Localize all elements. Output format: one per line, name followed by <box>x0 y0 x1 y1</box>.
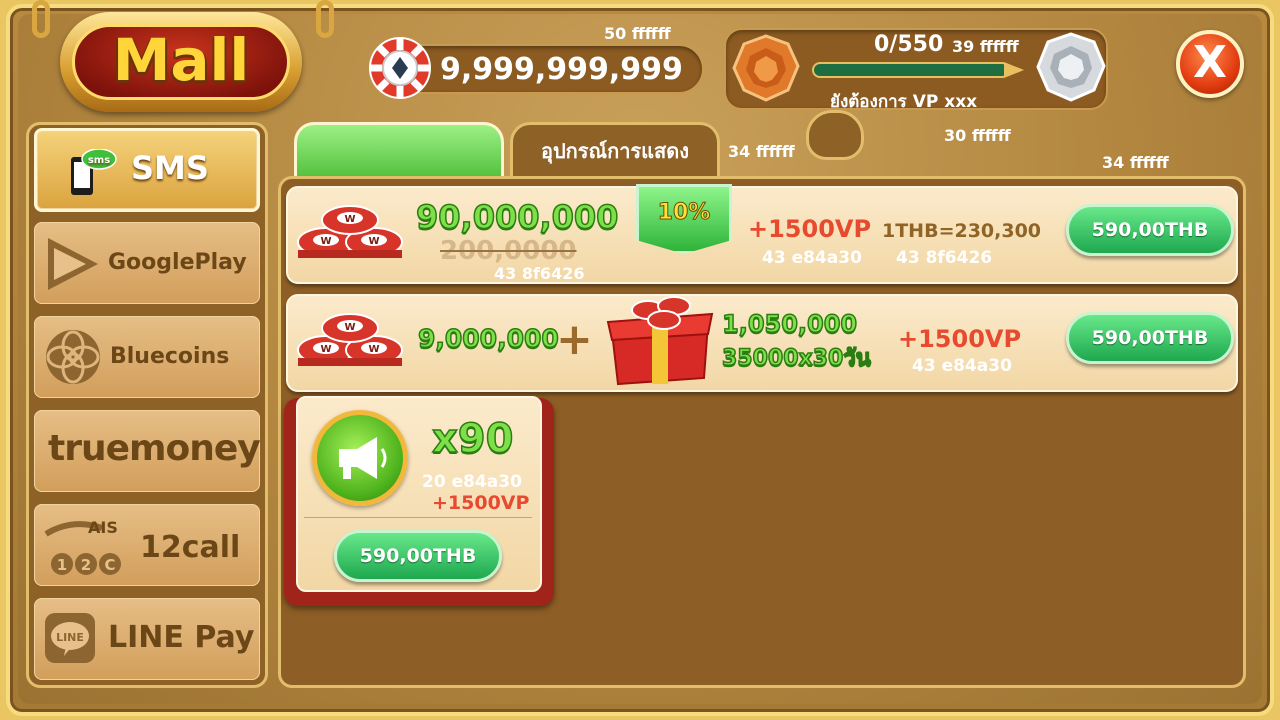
card-vp: +1500VP <box>432 492 530 514</box>
bluecoins-icon <box>46 330 100 384</box>
sidebar-item-label: 12call <box>140 530 241 565</box>
offer-1-rate: 1THB=230,300 <box>882 220 1042 242</box>
truemoney-logo: truemoney <box>48 428 261 469</box>
offer-2-buy-button[interactable]: 590,00THB <box>1066 312 1234 364</box>
offer-1-old-amount: 200,0000 <box>440 236 577 266</box>
google-play-icon <box>48 238 98 290</box>
svg-text:1: 1 <box>57 556 67 574</box>
sidebar-item-truemoney[interactable]: truemoney <box>34 410 261 492</box>
offer-1-vp-note: 43 e84a30 <box>762 248 862 268</box>
page-title: Mall <box>112 26 250 94</box>
svg-text:2: 2 <box>81 556 91 574</box>
offer-1-rate-note: 43 8f6426 <box>896 248 993 268</box>
sidebar-item-label: LINE Pay <box>108 620 255 655</box>
sidebar-item-bluecoins[interactable]: Bluecoins <box>34 316 260 398</box>
svg-text:W: W <box>368 344 379 355</box>
tab-note-b: 30 ffffff <box>944 126 1011 145</box>
ais-label: AIS <box>88 518 118 537</box>
silver-gem-icon <box>1036 32 1106 102</box>
line-icon-text: LINE <box>56 631 84 644</box>
progress-arrow-icon <box>1004 62 1024 78</box>
tab-props[interactable]: อุปกรณ์การแสดง <box>510 122 720 180</box>
tab-note-c: 34 ffffff <box>1102 153 1169 172</box>
card-buy-button[interactable]: 590,00THB <box>334 530 502 582</box>
card-quantity: x90 <box>431 415 514 463</box>
card-divider <box>304 517 532 518</box>
discount-label: 10% <box>657 200 711 226</box>
balance-value: 9,999,999,999 <box>440 52 683 87</box>
chip-stack-icon: W W W <box>297 313 403 366</box>
svg-text:W: W <box>344 214 355 225</box>
svg-text:W: W <box>320 236 331 247</box>
card-note: 20 e84a30 <box>422 472 522 492</box>
vp-progress-text: 0/550 <box>874 32 944 57</box>
gift-box-icon <box>606 296 714 386</box>
sidebar-item-label: GooglePlay <box>108 250 247 275</box>
sms-phone-icon: sms <box>71 149 117 195</box>
balance-note: 50 ffffff <box>604 24 671 43</box>
bronze-gem-icon <box>732 34 800 102</box>
vp-message: ยังต้องการ VP xxx <box>830 92 978 112</box>
sidebar-item-sms[interactable]: sms SMS <box>34 128 260 212</box>
svg-text:W: W <box>320 344 331 355</box>
sidebar-item-label: SMS <box>131 149 209 187</box>
offer-2-vp: +1500VP <box>898 325 1022 353</box>
poker-chip-icon <box>369 37 431 99</box>
tab-extra[interactable] <box>806 110 864 160</box>
vp-progress-note: 39 ffffff <box>952 37 1019 56</box>
sidebar-item-label: Bluecoins <box>110 344 230 369</box>
sms-badge-text: sms <box>88 155 110 166</box>
line-pay-icon: LINE <box>45 613 95 663</box>
vp-progress-bar <box>812 62 1010 78</box>
sidebar-item-googleplay[interactable]: GooglePlay <box>34 222 260 304</box>
offer-1-old-note: 43 8f6426 <box>494 264 585 283</box>
tab-chips[interactable] <box>294 122 504 180</box>
chain-decoration-right <box>316 0 334 38</box>
chain-decoration-left <box>32 0 50 38</box>
close-button[interactable]: X <box>1176 30 1244 98</box>
plus-sign: + <box>556 314 593 365</box>
offer-1-vp: +1500VP <box>748 215 872 243</box>
offer-1-buy-button[interactable]: 590,00THB <box>1066 204 1234 256</box>
svg-text:W: W <box>368 236 379 247</box>
tab-note-a: 34 ffffff <box>728 142 795 161</box>
offer-1-amount: 90,000,000 <box>415 197 619 237</box>
close-icon: X <box>1193 37 1227 88</box>
sidebar-item-12call[interactable]: 1 2 C AIS 12call <box>34 504 260 586</box>
offer-2-bonus-detail: 35000x30วัน <box>721 345 871 372</box>
svg-text:C: C <box>104 556 115 574</box>
offer-2-amount: 9,000,000 <box>417 323 559 354</box>
offer-2-bonus-amount: 1,050,000 <box>721 309 858 339</box>
sidebar-item-linepay[interactable]: LINE LINE Pay <box>34 598 260 680</box>
svg-text:W: W <box>344 322 355 333</box>
offer-2-vp-note: 43 e84a30 <box>912 356 1012 376</box>
megaphone-icon <box>339 437 387 479</box>
chip-stack-icon: W W W <box>297 205 403 258</box>
megaphone-badge <box>312 410 408 506</box>
